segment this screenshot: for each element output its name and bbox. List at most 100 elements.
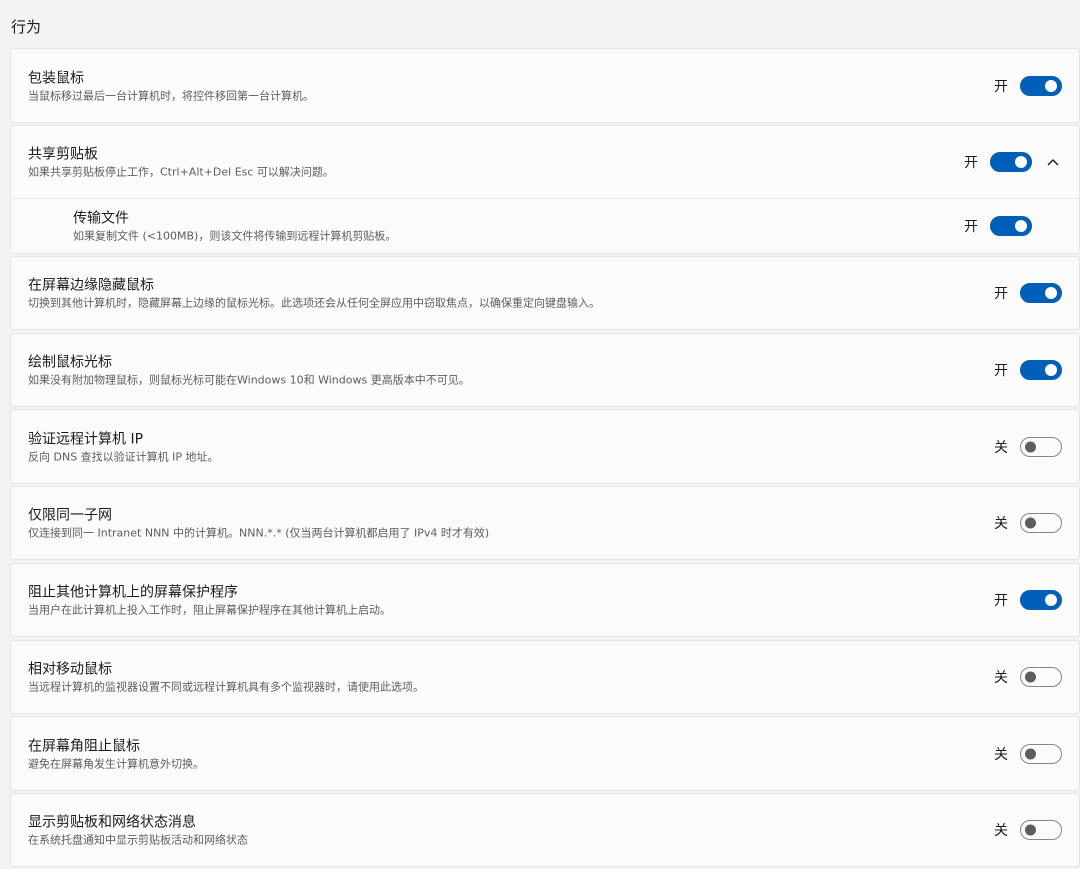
toggle-state-label: 开 [964, 219, 978, 235]
toggle-group: 开 [964, 216, 1032, 236]
setting-title: 在屏幕边缘隐藏鼠标 [28, 277, 154, 294]
setting-row-block-screensaver: 阻止其他计算机上的屏幕保护程序 当用户在此计算机上投入工作时，阻止屏幕保护程序在… [11, 564, 1079, 636]
setting-card-hide-mouse-edge: 在屏幕边缘隐藏鼠标 切换到其他计算机时，隐藏屏幕上边缘的鼠标光标。此选项还会从任… [10, 256, 1080, 330]
toggle-state-label: 关 [994, 823, 1008, 839]
setting-row-same-subnet: 仅限同一子网 仅连接到同一 Intranet NNN 中的计算机。NNN.*.*… [11, 487, 1079, 559]
setting-card-relative-mouse: 相对移动鼠标 当远程计算机的监视器设置不同或远程计算机具有多个监视器时，请使用此… [10, 640, 1080, 714]
toggle-knob [1015, 220, 1027, 232]
validate-ip-toggle[interactable] [1020, 436, 1062, 457]
toggle-group: 开 [994, 360, 1062, 380]
setting-text: 相对移动鼠标 当远程计算机的监视器设置不同或远程计算机具有多个监视器时，请使用此… [28, 660, 424, 695]
setting-title: 验证远程计算机 IP [28, 431, 144, 447]
toggle-knob [1045, 594, 1057, 606]
toggle-knob [1025, 824, 1036, 836]
toggle-knob [1025, 748, 1036, 759]
setting-text: 仅限同一子网 仅连接到同一 Intranet NNN 中的计算机。NNN.*.*… [28, 506, 489, 541]
toggle-state-label: 开 [994, 78, 1008, 95]
toggle-knob [1045, 287, 1057, 299]
setting-row-validate-ip: 验证远程计算机 IP 反向 DNS 查找以验证计算机 IP 地址。 关 [11, 410, 1079, 483]
block-screensaver-toggle[interactable] [1020, 590, 1062, 610]
chevron-up-icon[interactable] [1045, 154, 1061, 170]
setting-row-relative-mouse: 相对移动鼠标 当远程计算机的监视器设置不同或远程计算机具有多个监视器时，请使用此… [11, 641, 1079, 713]
setting-title: 传输文件 [73, 210, 129, 227]
setting-title: 包装鼠标 [28, 70, 84, 86]
share-clipboard-toggle[interactable] [990, 152, 1032, 172]
toggle-group: 开 [994, 590, 1062, 610]
setting-row-hide-mouse-edge: 在屏幕边缘隐藏鼠标 切换到其他计算机时，隐藏屏幕上边缘的鼠标光标。此选项还会从任… [11, 257, 1079, 329]
hide-mouse-edge-toggle[interactable] [1020, 283, 1062, 303]
wrap-mouse-toggle[interactable] [1020, 75, 1062, 96]
setting-title: 显示剪贴板和网络状态消息 [28, 814, 196, 831]
toggle-state-label: 开 [964, 155, 978, 171]
setting-row-status-messages: 显示剪贴板和网络状态消息 在系统托盘通知中显示剪贴板活动和网络状态 关 [11, 794, 1079, 866]
setting-card-block-screensaver: 阻止其他计算机上的屏幕保护程序 当用户在此计算机上投入工作时，阻止屏幕保护程序在… [10, 563, 1080, 637]
toggle-knob [1025, 517, 1036, 529]
setting-card-status-messages: 显示剪贴板和网络状态消息 在系统托盘通知中显示剪贴板活动和网络状态 关 [10, 793, 1080, 867]
setting-card-share-clipboard: 共享剪贴板 如果共享剪贴板停止工作，Ctrl+Alt+Del Esc 可以解决问… [10, 125, 1080, 254]
setting-text: 在屏幕角阻止鼠标 避免在屏幕角发生计算机意外切换。 [28, 736, 204, 771]
setting-card-draw-cursor: 绘制鼠标光标 如果没有附加物理鼠标，则鼠标光标可能在Windows 10和 Wi… [10, 333, 1080, 407]
setting-text: 传输文件 如果复制文件 (<100MB)，则该文件将传输到远程计算机剪贴板。 [73, 209, 396, 244]
setting-title: 相对移动鼠标 [28, 661, 112, 678]
setting-title: 绘制鼠标光标 [28, 354, 112, 371]
toggle-group: 关 [994, 820, 1062, 840]
toggle-group: 关 [994, 743, 1062, 764]
toggle-state-label: 关 [994, 439, 1008, 456]
section-title: 行为 [11, 18, 42, 36]
setting-description: 反向 DNS 查找以验证计算机 IP 地址。 [28, 450, 219, 463]
setting-row-transfer-file: 传输文件 如果复制文件 (<100MB)，则该文件将传输到远程计算机剪贴板。 开 [11, 199, 1079, 253]
setting-row-draw-cursor: 绘制鼠标光标 如果没有附加物理鼠标，则鼠标光标可能在Windows 10和 Wi… [11, 334, 1079, 406]
toggle-group: 关 [994, 436, 1062, 457]
setting-row-share-clipboard: 共享剪贴板 如果共享剪贴板停止工作，Ctrl+Alt+Del Esc 可以解决问… [11, 126, 1079, 198]
setting-text: 显示剪贴板和网络状态消息 在系统托盘通知中显示剪贴板活动和网络状态 [28, 813, 248, 848]
setting-card-same-subnet: 仅限同一子网 仅连接到同一 Intranet NNN 中的计算机。NNN.*.*… [10, 486, 1080, 560]
setting-card-wrap-mouse: 包装鼠标 当鼠标移过最后一台计算机时，将控件移回第一台计算机。 开 [10, 48, 1080, 123]
setting-title: 在屏幕角阻止鼠标 [28, 738, 140, 754]
setting-row-block-corners: 在屏幕角阻止鼠标 避免在屏幕角发生计算机意外切换。 关 [11, 717, 1079, 790]
toggle-knob [1045, 79, 1057, 92]
same-subnet-toggle[interactable] [1020, 513, 1062, 533]
setting-description: 如果没有附加物理鼠标，则鼠标光标可能在Windows 10和 Windows 更… [28, 373, 470, 387]
toggle-state-label: 开 [994, 363, 1008, 379]
toggle-state-label: 开 [994, 593, 1008, 609]
toggle-group: 开 [964, 152, 1032, 172]
toggle-state-label: 关 [994, 670, 1008, 686]
status-messages-toggle[interactable] [1020, 820, 1062, 840]
setting-description: 当鼠标移过最后一台计算机时，将控件移回第一台计算机。 [28, 89, 314, 102]
toggle-group: 开 [994, 75, 1062, 96]
setting-description: 仅连接到同一 Intranet NNN 中的计算机。NNN.*.* (仅当两台计… [28, 526, 490, 540]
toggle-knob [1025, 671, 1036, 683]
setting-text: 包装鼠标 当鼠标移过最后一台计算机时，将控件移回第一台计算机。 [28, 68, 314, 103]
setting-card-validate-ip: 验证远程计算机 IP 反向 DNS 查找以验证计算机 IP 地址。 关 [10, 409, 1080, 484]
toggle-knob [1045, 364, 1057, 376]
setting-row-wrap-mouse: 包装鼠标 当鼠标移过最后一台计算机时，将控件移回第一台计算机。 开 [11, 49, 1079, 122]
setting-description: 当远程计算机的监视器设置不同或远程计算机具有多个监视器时，请使用此选项。 [28, 680, 424, 694]
toggle-state-label: 开 [994, 286, 1008, 302]
transfer-file-toggle[interactable] [990, 216, 1032, 236]
setting-title: 阻止其他计算机上的屏幕保护程序 [28, 584, 238, 601]
draw-cursor-toggle[interactable] [1020, 360, 1062, 380]
setting-description: 在系统托盘通知中显示剪贴板活动和网络状态 [28, 833, 248, 847]
setting-description: 当用户在此计算机上投入工作时，阻止屏幕保护程序在其他计算机上启动。 [28, 603, 391, 617]
setting-description: 切换到其他计算机时，隐藏屏幕上边缘的鼠标光标。此选项还会从任何全屏应用中窃取焦点… [28, 296, 600, 310]
toggle-group: 关 [994, 513, 1062, 533]
setting-title: 仅限同一子网 [28, 507, 112, 524]
setting-text: 绘制鼠标光标 如果没有附加物理鼠标，则鼠标光标可能在Windows 10和 Wi… [28, 353, 470, 388]
relative-mouse-toggle[interactable] [1020, 667, 1062, 687]
toggle-knob [1015, 156, 1027, 168]
block-corners-toggle[interactable] [1020, 743, 1062, 764]
setting-card-block-corners: 在屏幕角阻止鼠标 避免在屏幕角发生计算机意外切换。 关 [10, 716, 1080, 791]
setting-text: 验证远程计算机 IP 反向 DNS 查找以验证计算机 IP 地址。 [28, 429, 219, 464]
toggle-state-label: 关 [994, 746, 1008, 763]
setting-description: 避免在屏幕角发生计算机意外切换。 [28, 757, 204, 770]
setting-text: 共享剪贴板 如果共享剪贴板停止工作，Ctrl+Alt+Del Esc 可以解决问… [28, 145, 334, 180]
setting-description: 如果共享剪贴板停止工作，Ctrl+Alt+Del Esc 可以解决问题。 [28, 165, 334, 179]
setting-description: 如果复制文件 (<100MB)，则该文件将传输到远程计算机剪贴板。 [73, 229, 397, 243]
toggle-group: 关 [994, 667, 1062, 687]
setting-text: 阻止其他计算机上的屏幕保护程序 当用户在此计算机上投入工作时，阻止屏幕保护程序在… [28, 583, 391, 618]
setting-title: 共享剪贴板 [28, 146, 98, 163]
toggle-knob [1025, 441, 1036, 452]
toggle-state-label: 关 [994, 516, 1008, 532]
toggle-group: 开 [994, 283, 1062, 303]
setting-text: 在屏幕边缘隐藏鼠标 切换到其他计算机时，隐藏屏幕上边缘的鼠标光标。此选项还会从任… [28, 276, 600, 311]
